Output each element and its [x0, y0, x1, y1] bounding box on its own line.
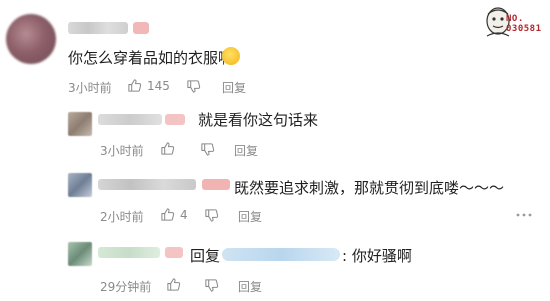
- thumbs-down-icon[interactable]: [204, 278, 219, 293]
- comment-text: 你怎么穿着品如的衣服啊: [68, 49, 234, 67]
- thumbs-down-icon[interactable]: [186, 79, 201, 94]
- thumbs-down-icon[interactable]: [204, 208, 219, 223]
- username-blurred[interactable]: [98, 247, 160, 258]
- comment-time: 29分钟前: [100, 280, 152, 294]
- reply-text: 既然要追求刺激，那就贯彻到底喽～～～: [234, 179, 505, 197]
- more-dots-icon[interactable]: [515, 212, 533, 218]
- reply-prefix: 回复: [190, 247, 221, 265]
- thumbs-up-icon[interactable]: [127, 78, 142, 93]
- avatar[interactable]: [68, 242, 92, 266]
- thumbs-up-icon[interactable]: [160, 141, 175, 156]
- comment-time: 3小时前: [100, 144, 144, 158]
- reply-button[interactable]: 回复: [234, 142, 258, 159]
- thumbs-down-icon[interactable]: [200, 142, 215, 157]
- reply-text: 就是看你这句话来: [198, 111, 319, 129]
- mentioned-username-blurred[interactable]: [222, 248, 340, 261]
- reply-button[interactable]: 回复: [238, 208, 262, 225]
- avatar[interactable]: [6, 14, 56, 64]
- like-count: 145: [147, 79, 170, 93]
- thumbs-up-icon[interactable]: [160, 207, 175, 222]
- comment-time: 2小时前: [100, 210, 144, 224]
- reply-button[interactable]: 回复: [222, 79, 246, 96]
- username-blurred[interactable]: [98, 179, 196, 190]
- user-badge-blurred: [165, 114, 185, 125]
- thumbs-up-icon[interactable]: [166, 277, 181, 292]
- watermark-number: NO. 030581: [506, 14, 542, 34]
- user-badge-blurred: [165, 247, 183, 258]
- avatar[interactable]: [68, 112, 92, 136]
- avatar[interactable]: [68, 173, 92, 197]
- username-blurred[interactable]: [98, 114, 162, 125]
- user-badge-blurred: [133, 22, 149, 34]
- face-emoji-icon: [222, 47, 240, 65]
- username-blurred[interactable]: [68, 22, 128, 34]
- reply-button[interactable]: 回复: [238, 278, 262, 295]
- reply-text: : 你好骚啊: [342, 247, 412, 265]
- like-count: 4: [180, 208, 188, 222]
- comment-time: 3小时前: [68, 81, 112, 95]
- user-badge-blurred: [202, 179, 230, 190]
